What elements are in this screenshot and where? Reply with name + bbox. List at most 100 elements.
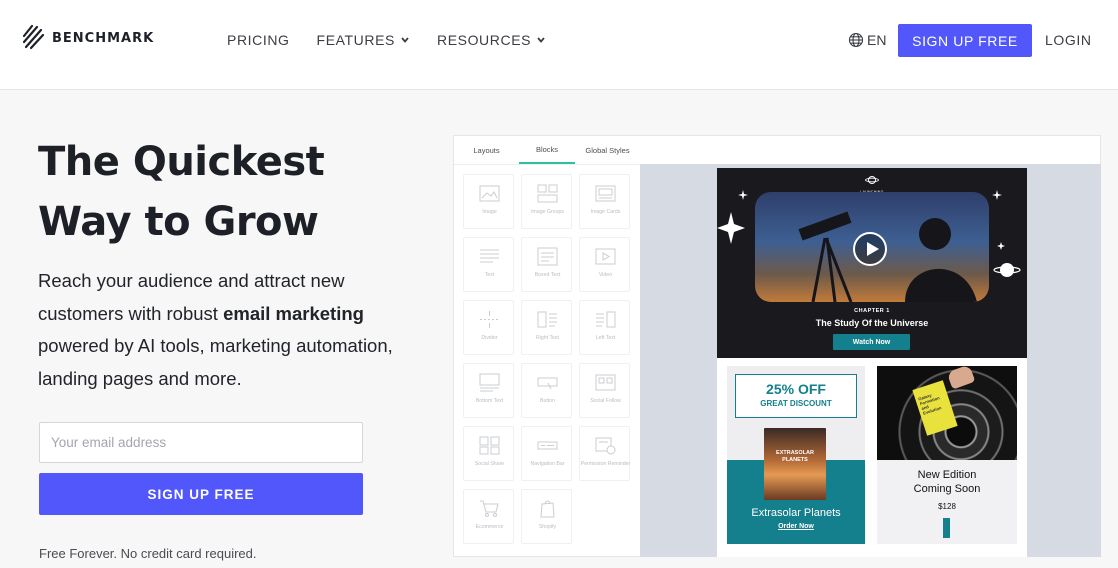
tabs-divider xyxy=(454,164,640,165)
right-text-icon xyxy=(537,311,557,328)
benchmark-logo-icon xyxy=(22,24,45,50)
bottom-text-icon xyxy=(479,373,500,392)
block-label: Left Text xyxy=(595,335,616,341)
block-label: Social Share xyxy=(474,461,505,467)
brand-logo[interactable]: BENCHMARK xyxy=(22,22,154,52)
block-image[interactable]: Image xyxy=(463,174,514,229)
nav-resources[interactable]: RESOURCES xyxy=(437,32,546,48)
book-cover-title: EXTRASOLAR PLANETS xyxy=(776,450,814,463)
order-now-link[interactable]: Order Now xyxy=(727,523,865,530)
block-left-text[interactable]: Left Text xyxy=(579,300,630,355)
block-label: Video xyxy=(598,272,613,278)
block-label: Image xyxy=(482,209,497,215)
nav-resources-label: RESOURCES xyxy=(436,32,532,48)
chapter-label: CHAPTER 1 xyxy=(854,308,890,314)
product-title: Extrasolar Planets xyxy=(751,507,841,519)
permission-reminder-icon xyxy=(595,437,616,455)
product-price: $128 xyxy=(938,502,956,511)
block-shopify[interactable]: Shopify xyxy=(521,489,572,544)
block-text[interactable]: Text xyxy=(463,237,514,292)
block-navigation-bar[interactable]: Navigation Bar xyxy=(521,426,572,481)
cart-icon xyxy=(480,500,499,517)
new-edition-title: New Edition Coming Soon xyxy=(877,468,1017,496)
block-label: Image Cards xyxy=(590,209,621,215)
block-bottom-text[interactable]: Bottom Text xyxy=(463,363,514,418)
main-nav: PRICING FEATURES RESOURCES xyxy=(227,32,573,48)
galaxy-photo: Galaxy Formation and Evolution xyxy=(877,366,1017,460)
block-divider[interactable]: Divider xyxy=(463,300,514,355)
shopify-icon xyxy=(540,500,555,518)
block-image-cards[interactable]: Image Cards xyxy=(579,174,630,229)
block-label: Permission Reminder xyxy=(580,461,631,467)
block-label: Right Text xyxy=(536,335,559,341)
block-label: Ecommerce xyxy=(475,524,504,530)
new-edition-line-2: Coming Soon xyxy=(913,483,981,495)
new-edition-line-1: New Edition xyxy=(917,469,977,481)
image-icon xyxy=(479,185,500,202)
block-label: Boxed Text xyxy=(534,272,561,278)
hero-headline: The Quickest Way to Grow xyxy=(38,132,398,252)
email-canvas: LAUNCHING SPACE xyxy=(640,164,1101,557)
social-share-icon xyxy=(479,436,500,455)
watch-now-button[interactable]: Watch Now xyxy=(833,334,910,350)
tab-blocks[interactable]: Blocks xyxy=(519,136,575,164)
block-label: Navigation Bar xyxy=(530,461,565,467)
hero-signup-button[interactable]: SIGN UP FREE xyxy=(39,473,363,515)
product-card-extrasolar: 25% OFF GREAT DISCOUNT EXTRASOLAR PLANET… xyxy=(727,366,865,544)
navigation-bar-icon xyxy=(537,441,558,450)
block-social-follow[interactable]: Social Follow xyxy=(579,363,630,418)
email-input[interactable] xyxy=(39,422,363,463)
telescope-photo xyxy=(755,192,989,302)
block-video[interactable]: Video xyxy=(579,237,630,292)
nav-features[interactable]: FEATURES xyxy=(317,32,410,48)
button-icon xyxy=(537,377,558,390)
brand-name: BENCHMARK xyxy=(52,30,155,46)
header-signup-button[interactable]: SIGN UP FREE xyxy=(898,24,1032,57)
subtext-bold: email marketing xyxy=(223,302,364,324)
site-header: BENCHMARK PRICING FEATURES RESOURCES EN … xyxy=(0,0,1118,90)
headline-line-1: The Quickest xyxy=(38,139,325,185)
social-follow-icon xyxy=(595,374,616,391)
tab-global-styles[interactable]: Global Styles xyxy=(575,136,640,164)
product-button[interactable] xyxy=(943,518,950,538)
language-selector[interactable]: EN xyxy=(848,32,886,48)
nav-pricing[interactable]: PRICING xyxy=(227,32,290,48)
left-text-icon xyxy=(596,311,616,328)
chevron-down-icon xyxy=(401,37,409,43)
email-hero: LAUNCHING SPACE xyxy=(717,168,1027,358)
play-video-button[interactable] xyxy=(853,232,887,266)
divider-icon xyxy=(480,311,499,328)
block-right-text[interactable]: Right Text xyxy=(521,300,572,355)
block-button[interactable]: Button xyxy=(521,363,572,418)
editor-tabs: Layouts Blocks Global Styles xyxy=(454,136,640,164)
boxed-text-icon xyxy=(537,247,558,266)
block-boxed-text[interactable]: Boxed Text xyxy=(521,237,572,292)
image-card-icon xyxy=(595,185,616,202)
tab-layouts[interactable]: Layouts xyxy=(454,136,519,164)
globe-icon xyxy=(848,32,864,48)
login-link[interactable]: LOGIN xyxy=(1045,32,1092,48)
product-card-new-edition: Galaxy Formation and Evolution New Editi… xyxy=(877,366,1017,544)
block-ecommerce[interactable]: Ecommerce xyxy=(463,489,514,544)
block-image-groups[interactable]: Image Groups xyxy=(521,174,572,229)
headline-line-2: Way to Grow xyxy=(38,199,319,245)
image-group-icon xyxy=(537,184,558,203)
discount-banner: 25% OFF GREAT DISCOUNT xyxy=(735,374,857,418)
block-label: Shopify xyxy=(538,524,557,530)
extrasolar-book-cover: EXTRASOLAR PLANETS xyxy=(764,428,826,500)
subtext-part-2: powered by AI tools, marketing automatio… xyxy=(38,335,393,389)
text-icon xyxy=(480,249,499,263)
discount-percent: 25% OFF xyxy=(766,381,826,397)
block-social-share[interactable]: Social Share xyxy=(463,426,514,481)
block-permission-reminder[interactable]: Permission Reminder xyxy=(579,426,630,481)
discount-tagline: GREAT DISCOUNT xyxy=(760,399,832,408)
block-label: Image Groups xyxy=(531,209,564,215)
block-label: Button xyxy=(540,398,555,404)
email-title: The Study Of the Universe xyxy=(815,318,929,328)
chevron-down-icon xyxy=(537,37,545,43)
block-label: Text xyxy=(484,272,495,278)
block-label: Divider xyxy=(481,335,498,341)
galaxy-book-cover: Galaxy Formation and Evolution xyxy=(912,380,958,436)
free-forever-note: Free Forever. No credit card required. xyxy=(39,546,257,561)
galaxy-book-title: Galaxy Formation and Evolution xyxy=(917,392,943,416)
